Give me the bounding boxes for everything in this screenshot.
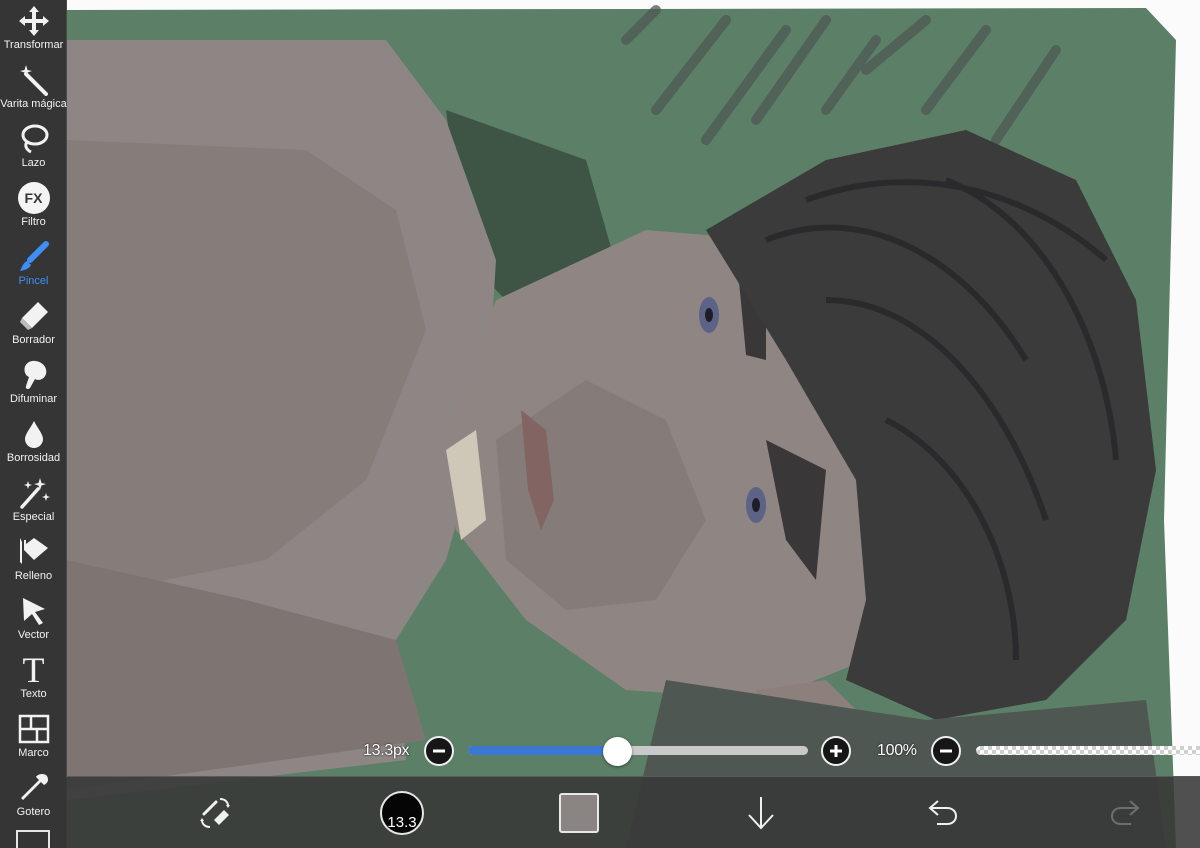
tool-lasso-label: Lazo	[21, 157, 46, 169]
brush-size-button[interactable]: 13.3	[372, 777, 432, 848]
sparkle-icon	[17, 476, 51, 510]
layer-button[interactable]	[736, 777, 786, 848]
magic-wand-icon	[17, 63, 51, 97]
undo-icon	[928, 800, 958, 825]
redo-button[interactable]	[1100, 777, 1150, 848]
plus-icon	[830, 745, 842, 757]
drawing-canvas[interactable]	[66, 0, 1200, 848]
tool-vector-label: Vector	[17, 629, 50, 641]
tool-filter-label: Filtro	[21, 216, 46, 228]
size-decrease-button[interactable]	[424, 736, 454, 766]
opacity-decrease-button[interactable]	[931, 736, 961, 766]
brush-icon	[17, 240, 51, 274]
tool-filter[interactable]: FX Filtro	[0, 179, 67, 238]
tool-transform[interactable]: Transformar	[0, 2, 67, 61]
move-arrows-icon	[17, 4, 51, 38]
fx-icon-text: FX	[24, 190, 43, 206]
swap-tools-icon	[200, 798, 230, 828]
size-increase-button[interactable]	[821, 736, 851, 766]
brush-size-preview-value: 13.3	[387, 814, 417, 831]
tool-fill[interactable]: Relleno	[0, 533, 67, 592]
text-icon-glyph: T	[22, 650, 45, 690]
layer-down-arrow-icon	[748, 797, 774, 830]
swap-tools-button[interactable]	[190, 777, 240, 848]
tool-frame-label: Marco	[18, 747, 49, 759]
tool-text[interactable]: T Texto	[0, 651, 67, 710]
tool-text-label: Texto	[20, 688, 47, 700]
vector-cursor-icon	[17, 594, 51, 628]
tool-special[interactable]: Especial	[0, 474, 67, 533]
fx-filter-icon: FX	[17, 181, 51, 215]
tool-smudge-label: Difuminar	[9, 393, 58, 405]
redo-icon	[1110, 800, 1140, 825]
tool-eraser[interactable]: Borrador	[0, 297, 67, 356]
tool-fill-label: Relleno	[14, 570, 53, 582]
tool-next-partial-icon	[16, 830, 50, 848]
fill-bucket-icon	[17, 535, 51, 569]
color-swatch	[559, 793, 599, 833]
brush-size-value: 13.3px	[363, 742, 410, 759]
tool-eyedropper-label: Gotero	[16, 806, 51, 818]
tool-transform-label: Transformar	[3, 39, 64, 51]
lasso-icon	[17, 122, 51, 156]
tool-blur-label: Borrosidad	[6, 452, 61, 464]
minus-icon	[433, 749, 445, 753]
tool-sidebar: Transformar Varita mágica Lazo FX Filtro…	[0, 0, 67, 848]
tool-frame[interactable]: Marco	[0, 710, 67, 769]
text-icon: T	[17, 650, 51, 690]
painting-artwork	[66, 5, 1176, 848]
tool-smudge[interactable]: Difuminar	[0, 356, 67, 415]
minus-icon	[940, 749, 952, 753]
brush-opacity-slider[interactable]	[976, 746, 1200, 755]
brush-size-preview: 13.3	[380, 791, 424, 835]
brush-size-slider[interactable]	[468, 746, 808, 755]
eyedropper-icon	[17, 771, 51, 805]
color-button[interactable]	[554, 777, 604, 848]
undo-button[interactable]	[918, 777, 968, 848]
blur-drop-icon	[17, 417, 51, 451]
frame-icon	[17, 712, 51, 746]
brush-opacity-value: 100%	[877, 742, 917, 759]
eraser-icon	[17, 299, 51, 333]
tool-eraser-label: Borrador	[12, 334, 55, 346]
smudge-icon	[17, 358, 51, 392]
tool-magic-wand[interactable]: Varita mágica	[0, 61, 67, 120]
tool-blur[interactable]: Borrosidad	[0, 415, 67, 474]
tool-brush-label: Pincel	[18, 275, 49, 287]
brush-size-slider-thumb[interactable]	[603, 737, 633, 766]
tool-special-label: Especial	[12, 511, 55, 523]
tool-vector[interactable]: Vector	[0, 592, 67, 651]
tool-magic-wand-label: Varita mágica	[0, 98, 67, 110]
tool-lasso[interactable]: Lazo	[0, 120, 67, 179]
brush-size-slider-fill	[468, 746, 618, 755]
tool-brush[interactable]: Pincel	[0, 238, 67, 297]
tool-eyedropper[interactable]: Gotero	[0, 769, 67, 828]
bottom-toolbar: 13.3	[66, 776, 1200, 848]
